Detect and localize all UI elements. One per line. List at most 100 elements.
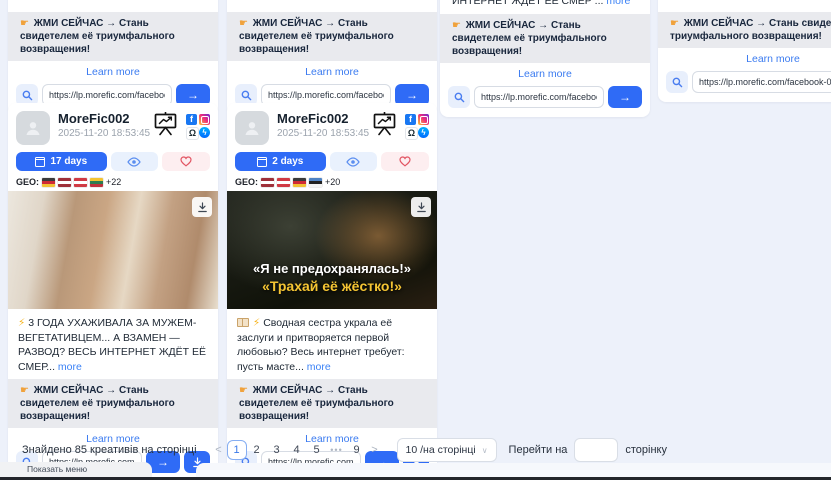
creative-card-1: MoreFic002 2025-11-20 18:53:45 f Ω ϟ 17 … <box>8 103 218 480</box>
ad-headline-bar: ☛ ЖМИ СЕЙЧАС → Стань свидетелем её триум… <box>8 12 218 61</box>
profile-name[interactable]: MoreFic002 <box>277 111 371 127</box>
page-button-3[interactable]: 3 <box>267 440 287 460</box>
next-page-button[interactable]: > <box>367 444 383 456</box>
goto-page-suffix: сторінку <box>625 444 667 456</box>
card-cut-spacer <box>658 0 831 12</box>
search-icon[interactable] <box>448 86 470 108</box>
audience-network-icon: Ω <box>186 127 199 140</box>
learn-more-link[interactable]: Learn more <box>658 48 831 69</box>
top-card-3: ИНТЕРНЕТ ЖДЁТ ЕЁ СМЕР ... more ☛ ЖМИ СЕЙ… <box>440 0 650 117</box>
profile-info: MoreFic002 2025-11-20 18:53:45 <box>277 111 371 140</box>
preview-button[interactable] <box>330 152 378 171</box>
avatar <box>235 111 269 145</box>
platform-icons: f Ω ϟ <box>405 114 429 138</box>
url-row: → <box>440 84 650 117</box>
profile-info: MoreFic002 2025-11-20 18:53:45 <box>58 111 152 140</box>
profile-name[interactable]: MoreFic002 <box>58 111 152 127</box>
download-image-icon[interactable] <box>192 197 212 217</box>
page-button-9[interactable]: 9 <box>347 440 367 460</box>
flag-at-icon <box>277 178 290 187</box>
show-menu-button[interactable]: Показать меню <box>0 462 152 477</box>
header-icons: f Ω ϟ <box>371 111 429 141</box>
creative-timestamp: 2025-11-20 18:53:45 <box>277 127 371 140</box>
page-button-5[interactable]: 5 <box>307 440 327 460</box>
creative-image[interactable] <box>8 191 218 309</box>
geo-more-count[interactable]: +22 <box>106 177 121 187</box>
learn-more-link[interactable]: Learn more <box>440 63 650 84</box>
header-icons: f Ω ϟ <box>152 111 210 141</box>
page-button-4[interactable]: 4 <box>287 440 307 460</box>
ad-headline-bar: ☛ ЖМИ СЕЙЧАС → Стань свидетелем её триум… <box>658 12 831 48</box>
flag-lt-icon <box>90 178 103 187</box>
ad-body-text: ⚡ 3 ГОДА УХАЖИВАЛА ЗА МУЖЕМ-ВЕГЕТАТИВЦЕМ… <box>8 309 218 379</box>
more-link[interactable]: more <box>606 0 630 7</box>
geo-flags <box>42 178 103 187</box>
results-count: Знайдено 85 креативів на сторінці <box>22 444 197 456</box>
ad-headline-text: ЖМИ СЕЙЧАС → Стань свидетелем её триумфа… <box>20 18 175 55</box>
days-running-button[interactable]: 17 days <box>16 152 107 171</box>
card-cut-spacer <box>8 0 218 12</box>
preview-button[interactable] <box>111 152 159 171</box>
goto-page-input[interactable] <box>574 438 618 462</box>
pointing-hand-icon: ☛ <box>239 385 248 396</box>
calendar-icon <box>35 157 45 167</box>
facebook-icon: f <box>186 114 197 125</box>
ad-headline-bar: ☛ ЖМИ СЕЙЧАС → Стань свидетелем её триум… <box>227 12 437 61</box>
creative-card-2: MoreFic002 2025-11-20 18:53:45 f Ω ϟ 2 d… <box>227 103 437 480</box>
learn-more-link[interactable]: Learn more <box>227 61 437 82</box>
pagination-pages: 12345•••9 <box>227 440 367 460</box>
instagram-icon <box>199 114 210 125</box>
download-image-icon[interactable] <box>411 197 431 217</box>
ad-headline-text: ЖМИ СЕЙЧАС → Стань свидетелем её триумфа… <box>239 18 394 55</box>
pointing-hand-icon: ☛ <box>452 20 461 31</box>
ad-headline-text: ЖМИ СЕЙЧАС → Стань свидетелем её триумфа… <box>670 18 831 42</box>
top-card-1: ☛ ЖМИ СЕЙЧАС → Стань свидетелем её триум… <box>8 0 218 115</box>
prev-page-button[interactable]: < <box>211 444 227 456</box>
card-header: MoreFic002 2025-11-20 18:53:45 f Ω ϟ <box>8 103 218 145</box>
more-link[interactable]: more <box>307 361 331 373</box>
image-overlay-text: «Я не предохранялась!» «Трахай её жёстко… <box>227 260 437 295</box>
learn-more-link[interactable]: Learn more <box>8 61 218 82</box>
flag-ee-icon <box>309 178 322 187</box>
pagination-bar: Знайдено 85 креативів на сторінці < 1234… <box>0 437 831 463</box>
card-cut-spacer <box>227 0 437 12</box>
days-running-button[interactable]: 2 days <box>235 152 326 171</box>
geo-flags <box>261 178 322 187</box>
geo-more-count[interactable]: +20 <box>325 177 340 187</box>
overlay-line-2: «Трахай её жёстко!» <box>227 277 437 295</box>
favorite-button[interactable] <box>162 152 210 171</box>
board-chart-icon[interactable] <box>152 111 179 141</box>
creative-image[interactable]: «Я не предохранялась!» «Трахай её жёстко… <box>227 191 437 309</box>
per-page-select[interactable]: 10 /на сторінці ∨ <box>397 438 497 462</box>
search-icon[interactable] <box>666 71 688 93</box>
open-url-button[interactable]: → <box>608 86 642 108</box>
overlay-line-1: «Я не предохранялась!» <box>227 260 437 277</box>
avatar <box>16 111 50 145</box>
landing-url-input[interactable] <box>474 86 604 108</box>
pointing-hand-icon: ☛ <box>20 18 29 29</box>
flag-lv-icon <box>261 178 274 187</box>
pointing-hand-icon: ☛ <box>20 385 29 396</box>
ad-body-text: ⚡ Сводная сестра украла её заслуги и при… <box>227 309 437 379</box>
url-row: → <box>658 69 831 102</box>
page-button-1[interactable]: 1 <box>227 440 247 460</box>
ad-body-text-truncated: ИНТЕРНЕТ ЖДЁТ ЕЁ СМЕР ... more <box>440 0 650 14</box>
messenger-icon: ϟ <box>199 127 210 138</box>
more-link[interactable]: more <box>58 361 82 373</box>
flag-de-icon <box>293 178 306 187</box>
card-actions: 17 days <box>8 145 218 171</box>
favorite-button[interactable] <box>381 152 429 171</box>
page-button-2[interactable]: 2 <box>247 440 267 460</box>
lightning-icon: ⚡ <box>253 317 260 329</box>
page-ellipsis: ••• <box>327 440 347 460</box>
flag-at-icon <box>74 178 87 187</box>
creative-timestamp: 2025-11-20 18:53:45 <box>58 127 152 140</box>
creatives-page: ☛ ЖМИ СЕЙЧАС → Стань свидетелем её триум… <box>0 0 831 480</box>
board-chart-icon[interactable] <box>371 111 398 141</box>
landing-url-input[interactable] <box>692 71 831 93</box>
card-actions: 2 days <box>227 145 437 171</box>
content-bottom-strip <box>196 463 831 477</box>
geo-row: GEO: +22 <box>8 171 218 191</box>
geo-label: GEO: <box>16 177 39 187</box>
flag-de-icon <box>42 178 55 187</box>
